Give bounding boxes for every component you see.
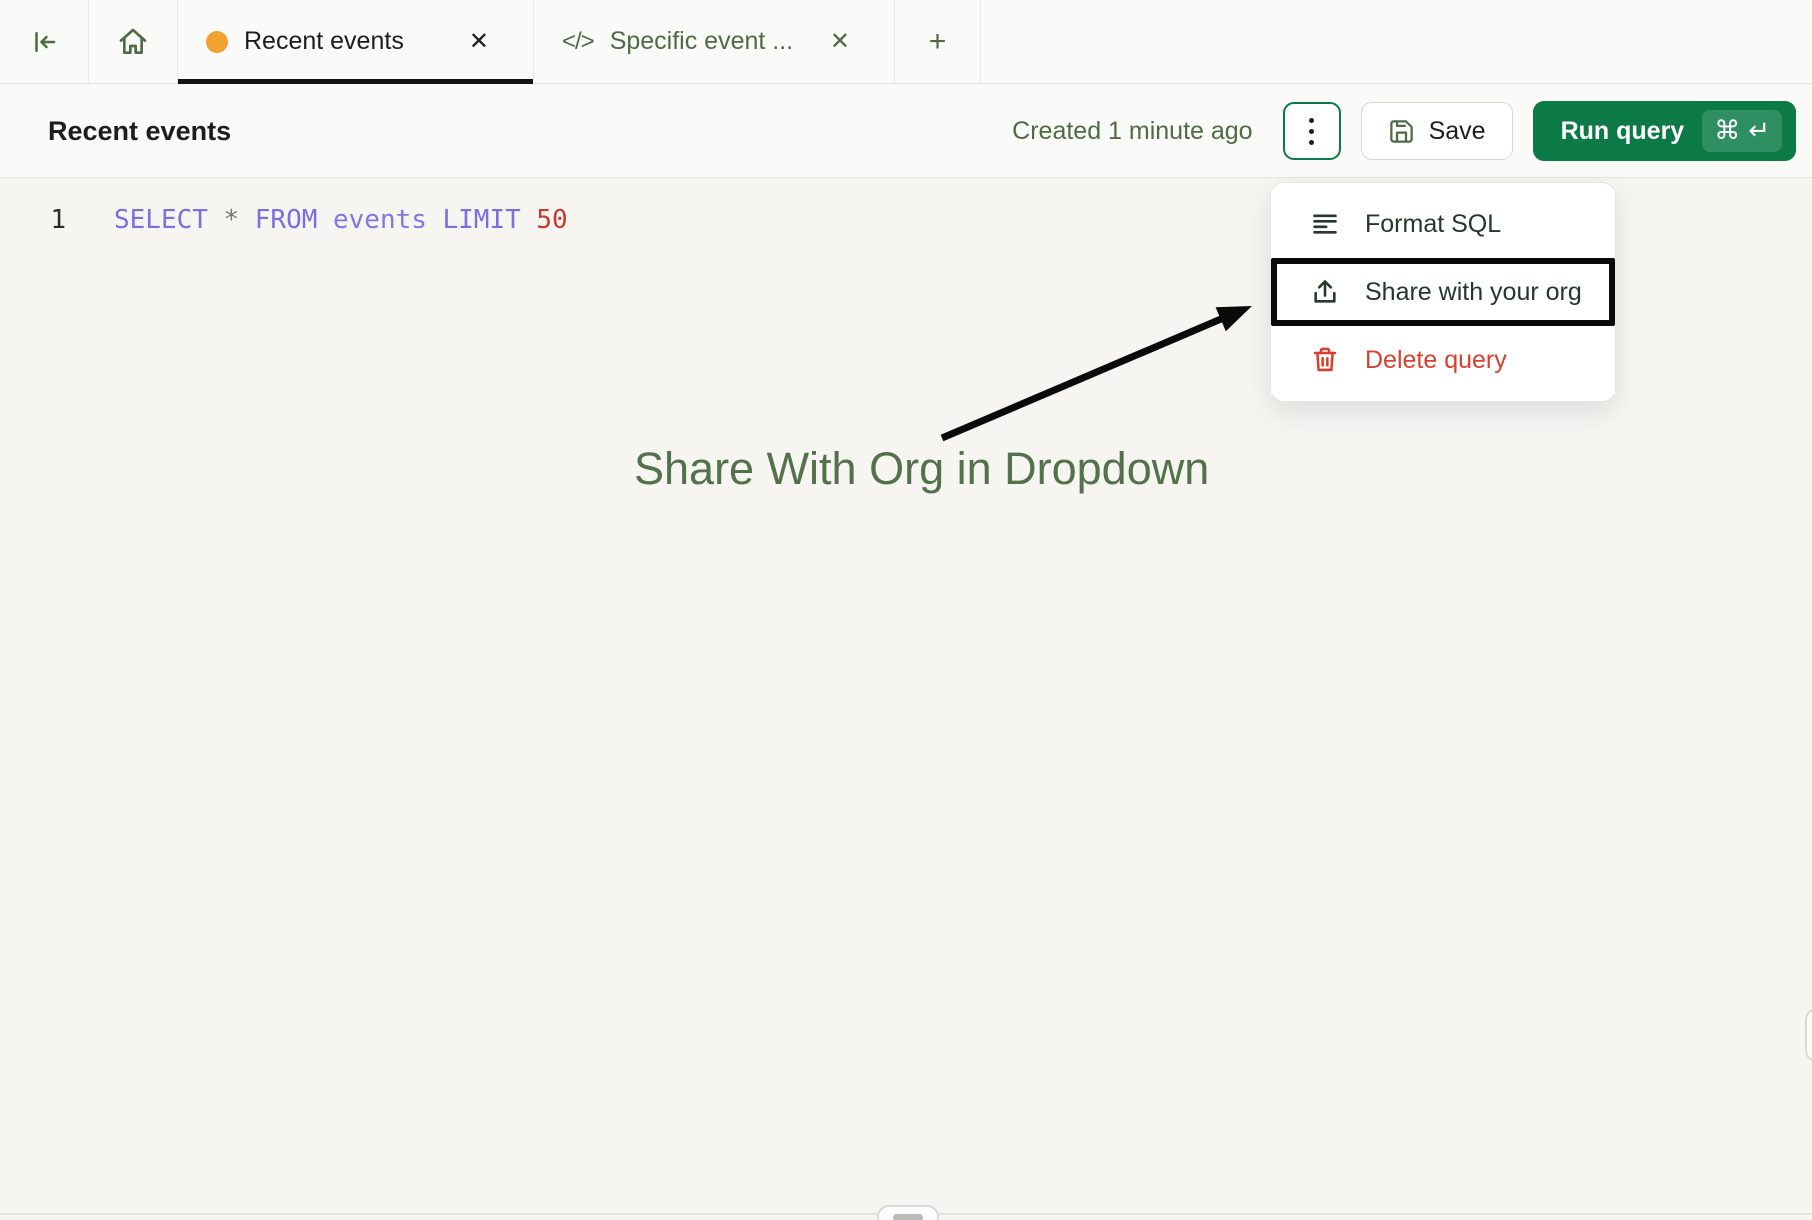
format-sql-icon [1311,210,1339,238]
tab-bar: Recent events ✕ </> Specific event ... ✕… [0,0,1812,84]
menu-item-label: Share with your org [1365,278,1582,307]
tab-label: Specific event ... [610,27,802,56]
run-query-label: Run query [1561,117,1685,146]
created-timestamp: Created 1 minute ago [1012,117,1252,146]
kebab-icon [1309,118,1314,123]
save-button[interactable]: Save [1361,102,1513,160]
page-title: Recent events [48,116,231,147]
tab-label: Recent events [244,27,441,56]
unsaved-dot-icon [206,31,228,53]
menu-item-share-with-org[interactable]: Share with your org [1271,258,1615,326]
annotation-text: Share With Org in Dropdown [634,443,1209,495]
sql-keyword: SELECT [114,205,208,235]
bottom-panel-handle[interactable] [877,1205,939,1220]
options-dropdown-menu: Format SQL Share with your org Delete qu… [1270,182,1616,402]
sql-identifier: events [333,205,427,235]
keyboard-shortcut-badge: ⌘ ↵ [1702,110,1782,152]
code-icon: </> [562,28,594,56]
share-upload-icon [1311,278,1339,306]
trash-icon [1311,346,1339,374]
menu-item-label: Delete query [1365,346,1507,375]
sql-keyword: FROM [255,205,318,235]
more-options-button[interactable] [1283,102,1341,160]
close-icon[interactable]: ✕ [826,26,854,58]
run-query-button[interactable]: Run query ⌘ ↵ [1533,101,1796,161]
home-icon [117,26,149,58]
menu-item-delete-query[interactable]: Delete query [1271,326,1615,394]
close-icon[interactable]: ✕ [465,26,493,58]
plus-icon: + [929,25,947,59]
menu-item-format-sql[interactable]: Format SQL [1271,190,1615,258]
menu-item-label: Format SQL [1365,210,1501,239]
home-button[interactable] [89,0,178,83]
query-header: Recent events Created 1 minute ago Save … [0,85,1812,178]
sql-code: SELECT * FROM events LIMIT 50 [114,205,568,235]
sql-number: 50 [536,205,567,235]
handle-dash-icon [893,1214,923,1220]
save-label: Save [1429,117,1486,146]
sql-operator: * [224,205,240,235]
tab-recent-events[interactable]: Recent events ✕ [178,0,534,83]
collapse-sidebar-button[interactable] [0,0,89,83]
line-number: 1 [0,205,66,235]
save-icon [1388,118,1415,145]
return-icon: ↵ [1748,116,1770,146]
collapse-left-icon [29,27,59,57]
cmd-icon: ⌘ [1714,116,1740,146]
active-tab-underline [178,79,533,84]
tab-specific-event[interactable]: </> Specific event ... ✕ [534,0,895,83]
sql-keyword: LIMIT [443,205,521,235]
header-actions: Created 1 minute ago Save Run query ⌘ ↵ [1012,101,1796,161]
new-tab-button[interactable]: + [895,0,981,83]
right-edge-floating-button[interactable] [1805,1008,1812,1062]
